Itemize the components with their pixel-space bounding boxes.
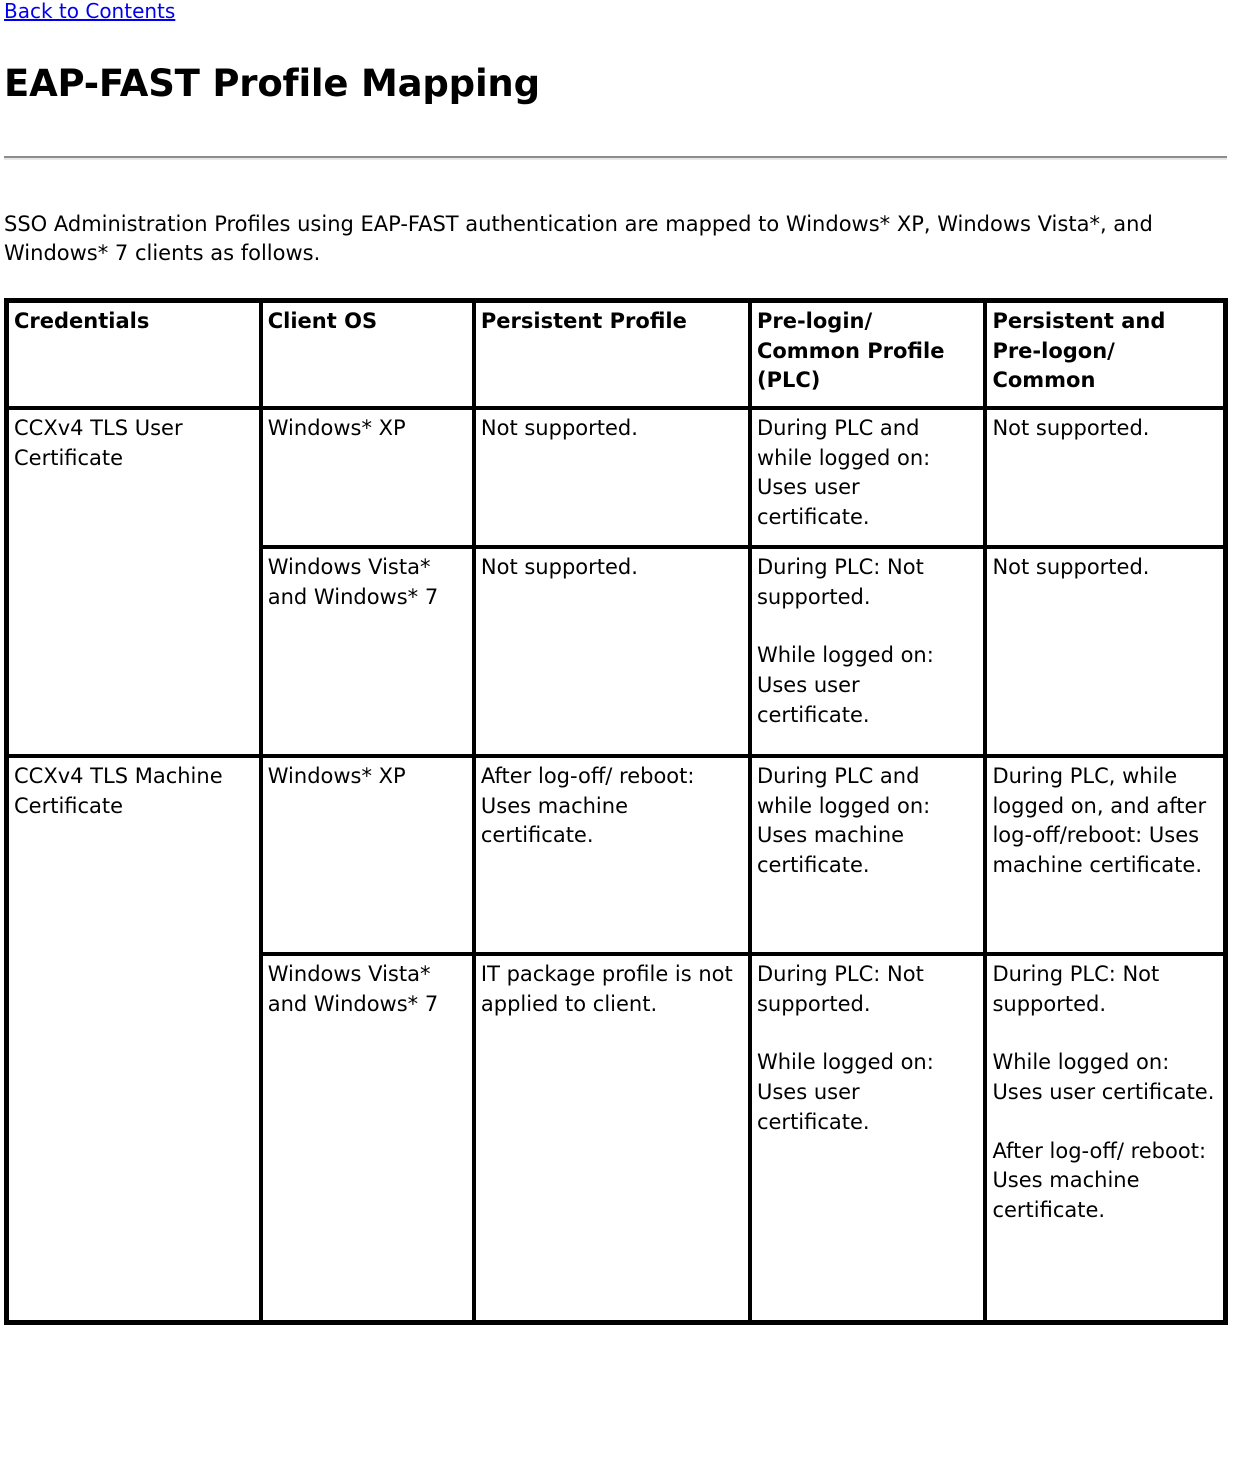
cell-plc: During PLC: Not supported. While logged … [749, 954, 986, 1323]
document-page: Back to Contents EAP-FAST Profile Mappin… [0, 0, 1233, 1326]
cell-prelogon-para-2: While logged on: Uses user certificate. [992, 1050, 1215, 1104]
column-header-client-os: Client OS [260, 301, 474, 409]
eap-fast-profile-mapping-table: Credentials Client OS Persistent Profile… [4, 298, 1228, 1326]
cell-client-os: Windows* XP [260, 756, 474, 955]
cell-persistent-prelogon: Not supported. [985, 408, 1225, 548]
column-header-credentials: Credentials [7, 301, 261, 409]
cell-prelogon-para-1: Not supported. [992, 555, 1150, 580]
cell-persistent-profile: Not supported. [473, 408, 750, 548]
cell-plc: During PLC: Not supported. While logged … [749, 547, 986, 757]
column-header-persistent-profile: Persistent Profile [473, 301, 750, 409]
cell-persistent-prelogon: During PLC, while logged on, and after l… [985, 756, 1225, 955]
cell-persistent-profile: Not supported. [473, 547, 750, 757]
horizontal-divider [4, 155, 1227, 160]
cell-plc-para-1: During PLC and while logged on: Uses use… [756, 416, 931, 529]
column-header-persistent-prelogon: Persistent and Pre-logon/ Common [985, 301, 1225, 409]
cell-persistent-prelogon: Not supported. [985, 547, 1225, 757]
table-header-row: Credentials Client OS Persistent Profile… [7, 301, 1225, 409]
cell-plc-para-2: While logged on: Uses user certificate. [756, 643, 934, 727]
cell-plc-para-1: During PLC and while logged on: Uses mac… [756, 764, 931, 877]
cell-plc-para-1: During PLC: Not supported. [756, 555, 924, 609]
table-row: CCXv4 TLS User Certificate Windows* XP N… [7, 408, 1225, 757]
cell-client-os: Windows Vista* and Windows* 7 [260, 547, 474, 757]
cell-prelogon-para-1: Not supported. [992, 416, 1150, 441]
cell-prelogon-para-1: During PLC, while logged on, and after l… [992, 764, 1207, 877]
cell-persistent-prelogon: During PLC: Not supported. While logged … [985, 954, 1225, 1323]
cell-persistent-profile: IT package profile is not applied to cli… [473, 954, 750, 1323]
cell-credentials: CCXv4 TLS User Certificate [7, 408, 261, 757]
cell-persistent-profile: After log-off/ reboot: Uses machine cert… [473, 756, 750, 955]
cell-prelogon-para-1: During PLC: Not supported. [992, 962, 1160, 1016]
cell-plc-para-1: During PLC: Not supported. [756, 962, 924, 1016]
cell-client-os: Windows Vista* and Windows* 7 [260, 954, 474, 1323]
table-row: CCXv4 TLS Machine Certificate Windows* X… [7, 756, 1225, 1323]
cell-plc-para-2: While logged on: Uses user certificate. [756, 1050, 934, 1134]
cell-plc: During PLC and while logged on: Uses use… [749, 408, 986, 548]
cell-prelogon-para-3: After log-off/ reboot: Uses machine cert… [992, 1138, 1207, 1222]
breadcrumb: Back to Contents [4, 0, 1227, 21]
page-title: EAP-FAST Profile Mapping [4, 62, 540, 105]
column-header-plc: Pre-login/ Common Profile (PLC) [749, 301, 986, 409]
cell-client-os: Windows* XP [260, 408, 474, 548]
cell-credentials: CCXv4 TLS Machine Certificate [7, 756, 261, 1323]
cell-plc: During PLC and while logged on: Uses mac… [749, 756, 986, 955]
back-to-contents-link[interactable]: Back to Contents [4, 0, 175, 23]
intro-paragraph: SSO Administration Profiles using EAP-FA… [4, 211, 1153, 266]
